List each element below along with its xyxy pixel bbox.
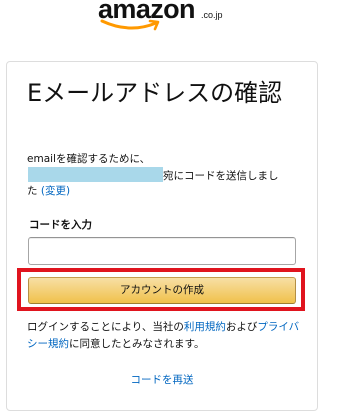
description-line-3: た (変更): [27, 183, 297, 199]
description-line-3-text: た: [27, 185, 38, 197]
resend-code-container: コードを再送: [0, 372, 324, 387]
amazon-smile-icon: [100, 19, 160, 31]
verification-card: [6, 61, 318, 411]
legal-text-2: および: [225, 321, 258, 333]
redacted-email: [28, 167, 163, 182]
description-line-1: emailを確認するために、: [27, 153, 151, 165]
description-send-text: 宛にコードを送信しまし: [163, 170, 279, 182]
terms-of-use-link[interactable]: 利用規約: [184, 321, 226, 333]
verify-email-page: amazon .co.jp Eメールアドレスの確認 emailを確認するために、…: [0, 0, 340, 418]
change-email-link[interactable]: (変更): [41, 185, 70, 197]
create-account-button[interactable]: アカウントの作成: [28, 277, 296, 304]
verification-code-input[interactable]: [28, 237, 296, 265]
verification-description: emailを確認するために、 宛にコードを送信しまし た (変更): [27, 151, 297, 199]
logo-domain-suffix: .co.jp: [201, 10, 223, 20]
legal-notice: ログインすることにより、当社の利用規約およびプライバシー規約に同意したとみなされ…: [27, 319, 303, 353]
code-input-label: コードを入力: [29, 219, 92, 231]
amazon-logo[interactable]: amazon .co.jp: [0, 0, 340, 48]
legal-text-3: に同意したとみなされます。: [69, 338, 205, 350]
description-line-2: 宛にコードを送信しまし: [27, 167, 297, 183]
legal-text-1: ログインすることにより、当社の: [27, 321, 184, 333]
page-title: Eメールアドレスの確認: [27, 79, 283, 107]
resend-code-link[interactable]: コードを再送: [131, 374, 194, 386]
